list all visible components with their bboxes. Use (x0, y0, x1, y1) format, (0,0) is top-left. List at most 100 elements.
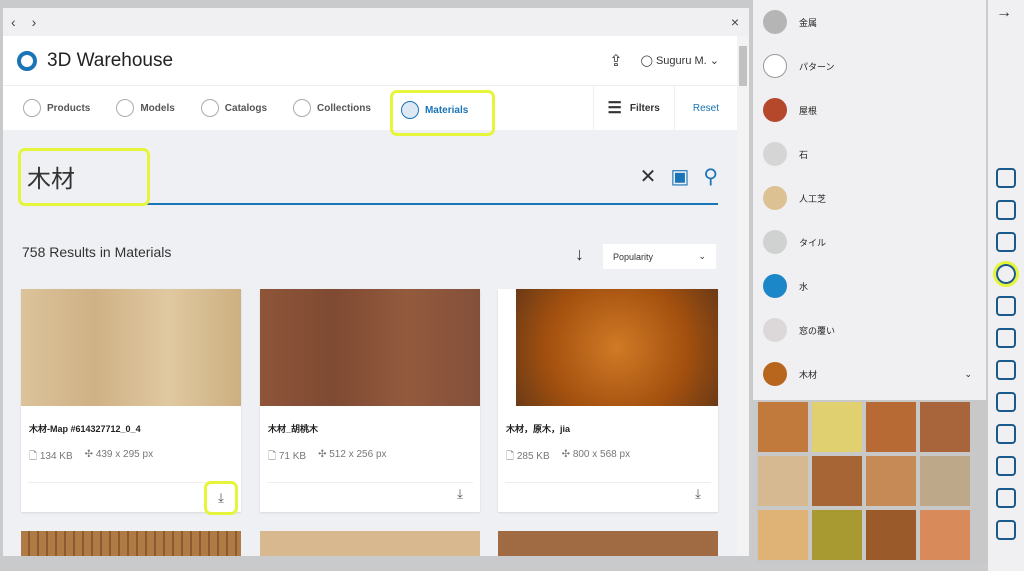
material-swatch[interactable] (758, 510, 808, 560)
components-icon[interactable] (996, 168, 1016, 188)
styles-icon[interactable] (996, 296, 1016, 316)
materials-icon[interactable] (993, 261, 1019, 287)
dimensions: ✣ 512 x 256 px (318, 449, 387, 460)
upload-icon[interactable]: ⇪ (609, 51, 622, 71)
tab-catalogs[interactable]: Catalogs (197, 93, 271, 123)
divider (28, 482, 234, 483)
sort-direction-icon[interactable]: ↓ (575, 244, 584, 265)
material-category-item[interactable]: 窓の覆い (753, 308, 986, 352)
category-swatch (763, 318, 787, 342)
3d-warehouse-dialog: ‹ › × 3D Warehouse ⇪ ◯ Suguru M. ⌄ Produ… (3, 8, 749, 556)
scrollbar-thumb[interactable] (739, 46, 747, 86)
user-name: Suguru M. (655, 55, 707, 67)
filters-button[interactable]: ☰ Filters (592, 86, 674, 130)
material-thumbnail[interactable] (260, 289, 480, 406)
material-swatch[interactable] (866, 402, 916, 452)
download-icon[interactable]: ⤓ (448, 482, 472, 506)
tab-collections[interactable]: Collections (289, 93, 375, 123)
search-input[interactable]: 木材 (18, 147, 150, 206)
category-label: 金属 (799, 17, 818, 28)
material-card[interactable] (498, 531, 718, 556)
category-swatch (763, 98, 787, 122)
category-tabs: Products Models Catalogs Collections Mat… (3, 86, 737, 136)
tab-products[interactable]: Products (19, 93, 94, 123)
material-swatch-grid (756, 400, 988, 563)
outliner-icon[interactable] (996, 200, 1016, 220)
category-swatch (763, 362, 787, 386)
warehouse-logo-icon (17, 50, 37, 71)
search-bar: 木材 ✕ ▣ ⚲ (18, 147, 718, 206)
file-size: 🗋 71 KB (268, 451, 307, 462)
category-label: パターン (799, 61, 835, 72)
category-swatch (763, 54, 787, 78)
material-title[interactable]: 木材-Map #614327712_0_4 (21, 406, 241, 435)
back-button[interactable]: ‹ (11, 14, 16, 30)
sort-select[interactable]: Popularity ⌄ (603, 244, 716, 269)
material-swatch[interactable] (920, 456, 970, 506)
reset-button[interactable]: Reset (673, 86, 737, 130)
material-category-item[interactable]: 木材 ⌄ (753, 352, 986, 396)
scenes-icon[interactable] (996, 360, 1016, 380)
close-button[interactable]: × (731, 14, 739, 30)
material-card[interactable]: 木材_胡桃木 🗋 71 KB ✣ 512 x 256 px ⤓ (260, 289, 480, 512)
filters-label: Filters (629, 102, 660, 114)
products-icon (23, 99, 41, 117)
user-menu[interactable]: ◯ Suguru M. ⌄ (641, 54, 719, 67)
material-swatch[interactable] (866, 456, 916, 506)
warehouse-icon[interactable] (996, 520, 1016, 540)
material-card[interactable]: 木材，原木，jia 🗋 285 KB ✣ 800 x 568 px ⤓ (498, 289, 718, 512)
download-icon[interactable]: ⤓ (686, 482, 710, 506)
collections-icon (293, 99, 312, 117)
category-label: 人工芝 (799, 193, 827, 204)
material-swatch[interactable] (758, 456, 808, 506)
material-category-item[interactable]: 金属 (753, 0, 986, 44)
category-label: 木材 (799, 369, 818, 380)
header: 3D Warehouse ⇪ ◯ Suguru M. ⌄ (3, 36, 737, 86)
material-card[interactable] (260, 531, 480, 556)
tab-label: Products (47, 102, 91, 114)
tab-label: Collections (317, 102, 371, 114)
material-swatch[interactable] (812, 456, 862, 506)
material-card[interactable]: 木材-Map #614327712_0_4 🗋 134 KB ✣ 439 x 29… (21, 289, 241, 515)
arrow-right-icon[interactable]: → (996, 4, 1012, 22)
material-category-item[interactable]: パターン (753, 44, 986, 88)
material-card[interactable] (21, 531, 241, 556)
download-icon[interactable]: ⤓ (204, 481, 238, 515)
search-icon[interactable]: ⚲ (703, 164, 718, 189)
entity-info-icon[interactable] (996, 488, 1016, 508)
display-icon[interactable] (996, 456, 1016, 476)
materials-icon (400, 101, 419, 119)
dimensions: ✣ 439 x 295 px (84, 449, 154, 460)
instructor-icon[interactable] (996, 232, 1016, 252)
material-swatch[interactable] (920, 402, 970, 452)
material-swatch[interactable] (812, 510, 862, 560)
eraser-icon[interactable] (996, 392, 1016, 412)
animation-icon[interactable] (996, 424, 1016, 444)
clear-icon[interactable]: ✕ (640, 164, 657, 189)
material-category-item[interactable]: 人工芝 (753, 176, 986, 220)
forward-button[interactable]: › (32, 14, 37, 30)
tray-toolbar: → (988, 0, 1024, 571)
material-category-item[interactable]: 水 (753, 264, 986, 308)
material-category-item[interactable]: 屋根 (753, 88, 986, 132)
material-swatch[interactable] (812, 402, 862, 452)
tab-materials[interactable]: Materials (389, 90, 496, 136)
material-swatch[interactable] (866, 510, 916, 560)
material-category-item[interactable]: 石 (753, 132, 986, 176)
category-swatch (763, 274, 787, 298)
material-thumbnail[interactable] (516, 289, 718, 406)
tags-icon[interactable] (996, 328, 1016, 348)
material-title[interactable]: 木材，原木，jia (498, 406, 718, 435)
material-swatch[interactable] (920, 510, 970, 560)
file-size: 🗋 134 KB (29, 451, 73, 462)
chevron-down-icon[interactable]: ⌄ (964, 369, 972, 380)
material-swatch[interactable] (758, 402, 808, 452)
material-title[interactable]: 木材_胡桃木 (260, 406, 480, 435)
chevron-down-icon: ⌄ (698, 251, 706, 261)
tab-models[interactable]: Models (112, 93, 178, 123)
material-category-item[interactable]: タイル (753, 220, 986, 264)
material-thumbnail[interactable] (21, 289, 241, 406)
divider (505, 482, 711, 483)
scrollbar[interactable] (737, 36, 749, 556)
image-search-icon[interactable]: ▣ (670, 164, 689, 189)
